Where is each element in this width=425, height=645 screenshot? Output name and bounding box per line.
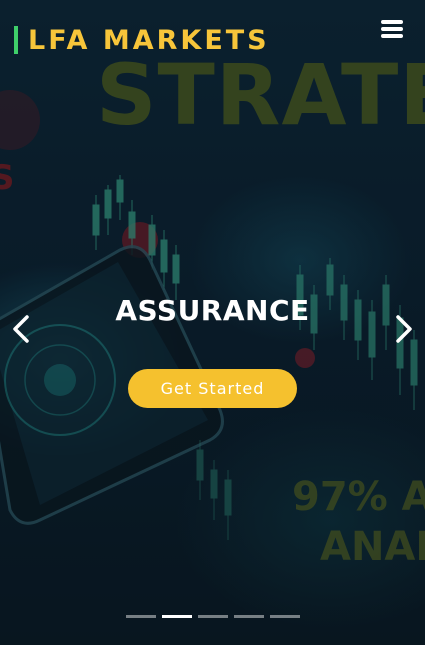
brand-logo[interactable]: LFA MARKETS bbox=[14, 24, 270, 56]
slide-title: ASSURANCE bbox=[115, 294, 310, 327]
brand-name[interactable]: LFA MARKETS bbox=[28, 27, 270, 54]
chevron-right-icon bbox=[396, 315, 412, 343]
hamburger-menu-icon[interactable] bbox=[381, 18, 403, 40]
carousel-next-button[interactable] bbox=[391, 312, 417, 346]
get-started-button[interactable]: Get Started bbox=[128, 369, 297, 408]
carousel-indicator[interactable] bbox=[126, 615, 156, 618]
carousel-indicator[interactable] bbox=[234, 615, 264, 618]
carousel-indicator[interactable] bbox=[198, 615, 228, 618]
carousel-indicator[interactable] bbox=[162, 615, 192, 618]
carousel-indicator[interactable] bbox=[270, 615, 300, 618]
brand-accent-bar bbox=[14, 26, 18, 54]
carousel-indicators bbox=[126, 615, 306, 618]
hero-carousel: STRATE S 97% AC ANAL LFA MARKETS ASSURAN… bbox=[0, 0, 425, 645]
